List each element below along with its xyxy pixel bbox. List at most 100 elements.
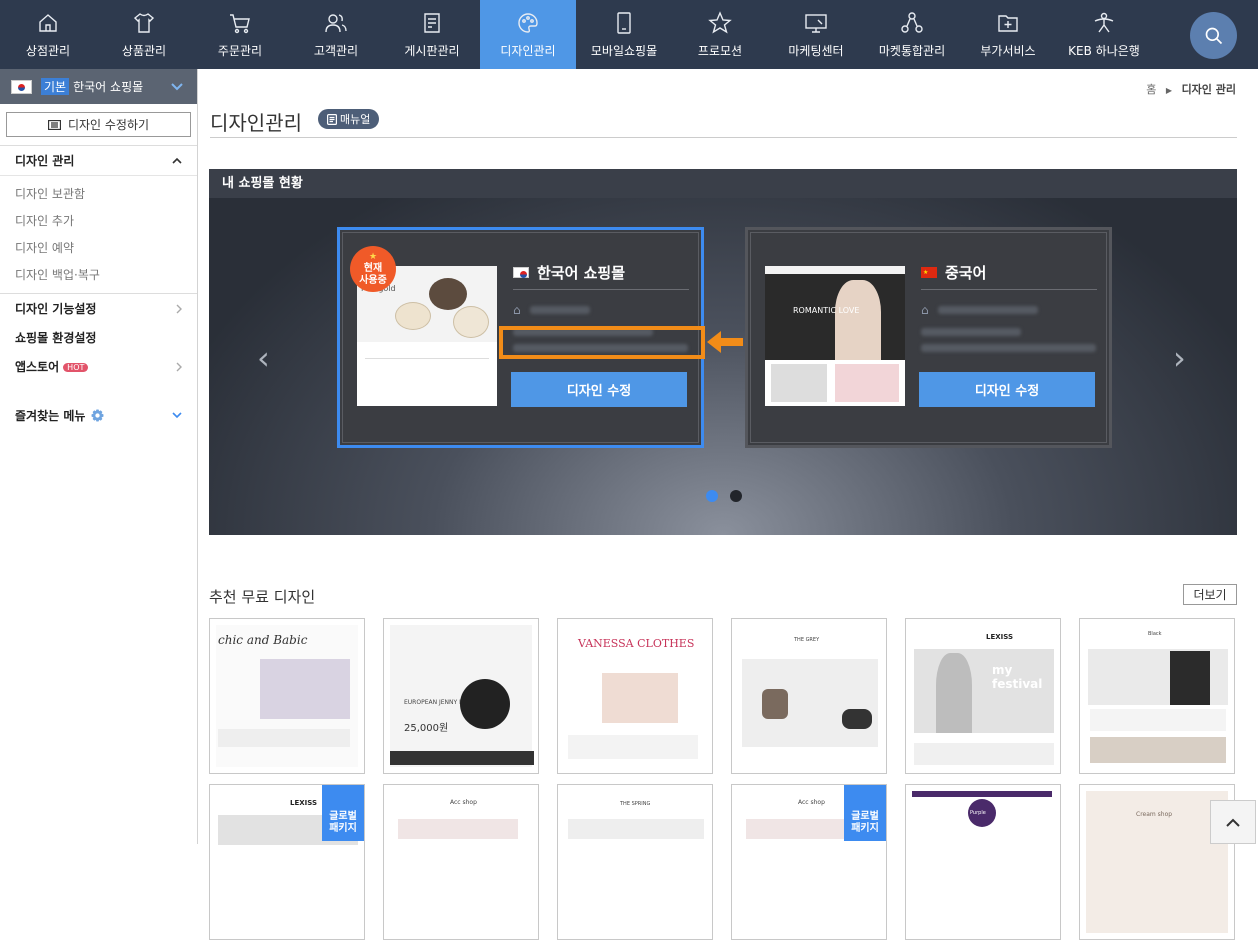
lamp-image xyxy=(395,302,431,330)
home-icon: ⌂ xyxy=(513,303,521,317)
carousel-dot[interactable] xyxy=(706,490,718,502)
gear-icon[interactable] xyxy=(91,409,104,422)
chevron-right-icon xyxy=(176,362,182,371)
korea-flag-icon xyxy=(513,267,529,278)
nav-products[interactable]: 상품관리 xyxy=(96,0,192,69)
basic-tag: 기본 xyxy=(41,78,70,95)
mall-name: 중국어 xyxy=(945,264,987,282)
mall-status-panel: 내 쇼핑몰 현황 ‹ › ★ 현재 사용중 Marigold 한국어 쇼핑몰 ⌂… xyxy=(209,169,1237,535)
star-icon xyxy=(708,11,732,34)
mall-selector[interactable]: 기본 한국어 쇼핑몰 xyxy=(0,69,197,104)
sidebar-item-reserve[interactable]: 디자인 예약 xyxy=(0,235,197,262)
section-design-management[interactable]: 디자인 관리 xyxy=(0,146,197,175)
edit-design-button[interactable]: 디자인 수정하기 xyxy=(6,112,191,137)
nav-board[interactable]: 게시판관리 xyxy=(384,0,480,69)
design-thumbnail[interactable]: Acc shop 글로벌 패키지 xyxy=(731,784,887,940)
blurred-url xyxy=(530,306,590,314)
nav-customers[interactable]: 고객관리 xyxy=(288,0,384,69)
carousel-next-arrow[interactable]: › xyxy=(1173,339,1186,377)
highlight-box xyxy=(499,326,705,359)
status-panel-title: 내 쇼핑몰 현황 xyxy=(209,169,1237,198)
users-icon xyxy=(325,14,347,33)
document-icon xyxy=(327,113,337,125)
palette-icon xyxy=(518,13,538,33)
chevron-up-icon xyxy=(1226,818,1240,827)
breadcrumb-current: 디자인 관리 xyxy=(1181,83,1236,96)
list-icon xyxy=(47,119,61,130)
blurred-url xyxy=(938,306,1038,314)
breadcrumb-separator-icon: ▶ xyxy=(1165,86,1173,95)
current-use-badge: ★ 현재 사용중 xyxy=(350,246,396,292)
sidebar: 기본 한국어 쇼핑몰 디자인 수정하기 디자인 관리 디자인 보관함 디자인 추… xyxy=(0,69,198,844)
cart-icon xyxy=(230,14,250,34)
korea-flag-icon xyxy=(11,79,32,94)
mall-name: 한국어 쇼핑몰 xyxy=(73,80,144,94)
blurred-url xyxy=(921,328,1021,336)
nav-orders[interactable]: 주문관리 xyxy=(192,0,288,69)
manual-button[interactable]: 매뉴얼 xyxy=(318,109,380,129)
design-thumbnail[interactable]: Acc shop xyxy=(383,784,539,940)
sidebar-item-mall-settings[interactable]: 쇼핑몰 환경설정 xyxy=(0,323,197,352)
design-thumbnail[interactable]: Black xyxy=(1079,618,1235,774)
more-button[interactable]: 더보기 xyxy=(1183,584,1237,605)
sidebar-item-backup[interactable]: 디자인 백업·복구 xyxy=(0,262,197,289)
recommended-title: 추천 무료 디자인 xyxy=(209,588,316,606)
design-thumbnail[interactable]: THE GREY xyxy=(731,618,887,774)
price-text: 25,000원 xyxy=(404,723,449,734)
carousel-dots xyxy=(706,490,742,502)
network-icon xyxy=(901,12,923,33)
chevron-down-icon xyxy=(172,412,182,419)
carousel-prev-arrow[interactable]: ‹ xyxy=(257,339,270,377)
mall-thumbnail: ROMANTIC LOVE xyxy=(765,266,905,406)
design-thumbnail[interactable]: Purple xyxy=(905,784,1061,940)
lamp-image xyxy=(453,306,489,338)
mall-name: 한국어 쇼핑몰 xyxy=(537,264,626,282)
page-title: 디자인관리 xyxy=(210,111,302,135)
chevron-down-icon xyxy=(171,82,183,90)
sidebar-item-add[interactable]: 디자인 추가 xyxy=(0,208,197,235)
shirt-icon xyxy=(133,13,155,33)
design-thumbnail[interactable]: THE SPRING xyxy=(557,784,713,940)
design-thumbnail[interactable]: EUROPEAN JENNY LUXE CHAIR 25,000원 xyxy=(383,618,539,774)
favorites-menu[interactable]: 즐겨찾는 메뉴 xyxy=(0,401,197,430)
nav-market-integration[interactable]: 마켓통합관리 xyxy=(864,0,960,69)
design-thumbnail[interactable]: LEXISS 글로벌 패키지 xyxy=(209,784,365,940)
scroll-to-top-button[interactable] xyxy=(1210,800,1256,844)
search-button[interactable] xyxy=(1190,12,1237,59)
design-thumbnail[interactable]: chic and Babic xyxy=(209,618,365,774)
top-navigation: 상점관리 상품관리 주문관리 고객관리 게시판관리 디자인관리 모바일쇼핑몰 프… xyxy=(0,0,1258,69)
monitor-icon xyxy=(805,14,827,33)
nav-marketing[interactable]: 마케팅센터 xyxy=(768,0,864,69)
nav-addon[interactable]: 부가서비스 xyxy=(960,0,1056,69)
nav-promotion[interactable]: 프로모션 xyxy=(672,0,768,69)
design-thumbnail[interactable]: VANESSA CLOTHES xyxy=(557,618,713,774)
nav-mobile[interactable]: 모바일쇼핑몰 xyxy=(576,0,672,69)
star-icon: ★ xyxy=(368,252,378,262)
design-thumbnail[interactable]: LEXISS my festival xyxy=(905,618,1061,774)
global-package-badge: 글로벌 패키지 xyxy=(322,785,364,841)
nav-bank[interactable]: KEB 하나은행 xyxy=(1056,0,1152,69)
edit-design-button-korean[interactable]: 디자인 수정 xyxy=(511,372,687,407)
board-icon xyxy=(424,13,440,33)
sidebar-item-appstore[interactable]: 앱스토어 HOT xyxy=(0,352,197,381)
store-icon xyxy=(39,14,57,32)
lamp-image xyxy=(429,278,467,310)
folder-plus-icon xyxy=(998,15,1018,32)
sidebar-item-archive[interactable]: 디자인 보관함 xyxy=(0,181,197,208)
sidebar-item-design-features[interactable]: 디자인 기능설정 xyxy=(0,294,197,323)
mobile-icon xyxy=(617,12,631,34)
arrow-left-icon xyxy=(707,331,743,353)
nav-store[interactable]: 상점관리 xyxy=(0,0,96,69)
edit-design-button-chinese[interactable]: 디자인 수정 xyxy=(919,372,1095,407)
blurred-url xyxy=(921,344,1096,352)
carousel-dot[interactable] xyxy=(730,490,742,502)
breadcrumb-home[interactable]: 홈 xyxy=(1146,83,1156,96)
nav-design[interactable]: 디자인관리 xyxy=(480,0,576,69)
title-divider xyxy=(210,137,1237,138)
global-package-badge: 글로벌 패키지 xyxy=(844,785,886,841)
breadcrumb: 홈 ▶ 디자인 관리 xyxy=(1146,81,1236,97)
chevron-up-icon xyxy=(172,157,182,164)
mall-card-chinese: ROMANTIC LOVE ★ 중국어 ⌂ 디자인 수정 xyxy=(745,227,1112,448)
search-icon xyxy=(1205,27,1222,44)
china-flag-icon: ★ xyxy=(921,267,937,278)
